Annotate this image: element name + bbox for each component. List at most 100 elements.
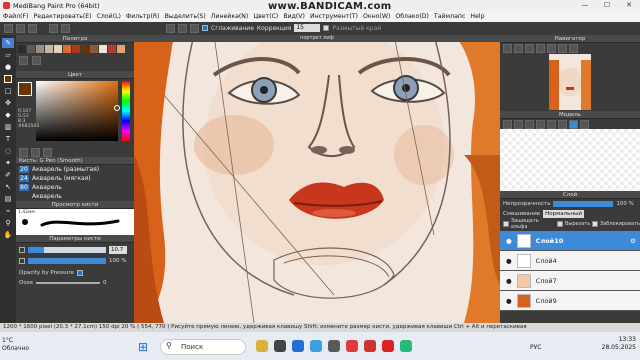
- ruler-icon[interactable]: [190, 23, 199, 33]
- palette-swatch[interactable]: [99, 45, 107, 53]
- palette-swatch[interactable]: [108, 45, 116, 53]
- visibility-eye-icon[interactable]: ●: [506, 257, 512, 265]
- brush-item[interactable]: 20 Акварель (размытая): [16, 165, 134, 174]
- select-pen-icon[interactable]: ✐: [2, 170, 14, 180]
- brush-tool-icon[interactable]: ✎: [2, 38, 14, 48]
- brush-opacity-slider[interactable]: [28, 258, 106, 264]
- blend-mode-select[interactable]: Нормальный: [543, 210, 584, 218]
- flip-icon[interactable]: [569, 43, 578, 53]
- layer-item[interactable]: ● Слой4: [500, 251, 640, 271]
- brush-item[interactable]: Акварель: [16, 192, 134, 201]
- move-tool-icon[interactable]: ✥: [2, 98, 14, 108]
- clip-checkbox[interactable]: [557, 221, 563, 227]
- menu-ruler[interactable]: Линейка(N): [211, 13, 249, 20]
- task-view-icon[interactable]: [274, 340, 286, 352]
- model-tool-icon[interactable]: [536, 119, 545, 129]
- model-tool-icon[interactable]: [503, 119, 512, 129]
- text-tool-icon[interactable]: T: [2, 134, 14, 144]
- menu-window[interactable]: Окно(W): [363, 13, 390, 20]
- model-tool-icon[interactable]: [525, 119, 534, 129]
- file-explorer-icon[interactable]: [256, 340, 268, 352]
- new-file-icon[interactable]: [4, 23, 13, 33]
- menu-cloud[interactable]: Облако(D): [395, 13, 429, 20]
- menu-layer[interactable]: Слой(L): [97, 13, 121, 20]
- minimize-button[interactable]: —: [574, 0, 596, 11]
- palette-swatch[interactable]: [63, 45, 71, 53]
- canvas-tab[interactable]: портрет лиф: [134, 35, 500, 42]
- opacity-by-pressure-checkbox[interactable]: [76, 270, 83, 276]
- weather-widget[interactable]: 1°C Облачно: [2, 337, 29, 353]
- color-wheel-icon[interactable]: [19, 147, 28, 157]
- menu-color[interactable]: Цвет(C): [253, 13, 278, 20]
- correction-input[interactable]: 15: [294, 24, 321, 32]
- color-swatch-icon[interactable]: [2, 74, 14, 84]
- bandicam-icon[interactable]: [382, 340, 394, 352]
- brush-item[interactable]: 80 Акварель: [16, 183, 134, 192]
- hand-tool-icon[interactable]: ✋: [2, 230, 14, 240]
- model-tool-icon[interactable]: [580, 119, 589, 129]
- canvas-area[interactable]: [134, 35, 500, 323]
- zoom-in-icon[interactable]: [503, 43, 512, 53]
- medibang-icon[interactable]: [364, 340, 376, 352]
- taskbar-clock[interactable]: 13:33 28.05.2025: [602, 336, 636, 352]
- visibility-eye-icon[interactable]: ●: [506, 297, 512, 305]
- open-file-icon[interactable]: [16, 23, 25, 33]
- start-icon[interactable]: ⊞: [138, 340, 148, 354]
- rotate-right-icon[interactable]: [558, 43, 567, 53]
- yandex-icon[interactable]: [346, 340, 358, 352]
- dot-tool-icon[interactable]: ●: [2, 62, 14, 72]
- menu-help[interactable]: Help: [470, 13, 484, 20]
- color-sv-square[interactable]: [36, 81, 118, 141]
- zoom-out-icon[interactable]: [514, 43, 523, 53]
- layer-settings-gear-icon[interactable]: ⚙: [630, 237, 636, 245]
- maximize-button[interactable]: ☐: [596, 0, 618, 11]
- menu-tool[interactable]: Инструмент(T): [310, 13, 358, 20]
- telegram-icon[interactable]: [310, 340, 322, 352]
- color-slider-icon[interactable]: [43, 147, 52, 157]
- model-tool-icon[interactable]: [514, 119, 523, 129]
- model-viewport[interactable]: [500, 129, 640, 191]
- gradient-tool-icon[interactable]: ▥: [2, 122, 14, 132]
- layer-item[interactable]: ● Слой9: [500, 291, 640, 311]
- current-color-swatch[interactable]: [18, 82, 32, 96]
- menu-file[interactable]: Файл(F): [3, 13, 28, 20]
- operation-tool-icon[interactable]: ↖: [2, 182, 14, 192]
- layer-opacity-slider[interactable]: [553, 201, 614, 207]
- undo-icon[interactable]: [49, 23, 58, 33]
- protect-alpha-checkbox[interactable]: [503, 221, 509, 227]
- brush-item[interactable]: 24 Акварель (мягкая): [16, 174, 134, 183]
- actual-size-icon[interactable]: [536, 43, 545, 53]
- model-tool-icon[interactable]: [547, 119, 556, 129]
- menu-view[interactable]: Вид(V): [283, 13, 305, 20]
- lock-checkbox[interactable]: [592, 221, 598, 227]
- store-icon[interactable]: [328, 340, 340, 352]
- palette-swatch[interactable]: [117, 45, 125, 53]
- divide-tool-icon[interactable]: ▤: [2, 194, 14, 204]
- hue-slider[interactable]: [122, 81, 130, 141]
- chrome-icon[interactable]: [400, 340, 412, 352]
- soft-edge-checkbox[interactable]: [323, 25, 330, 31]
- color-square-icon[interactable]: [31, 147, 40, 157]
- snap-icon[interactable]: [178, 23, 187, 33]
- ooze-slider[interactable]: [35, 282, 100, 284]
- fit-icon[interactable]: [525, 43, 534, 53]
- eraser-tool-icon[interactable]: ▱: [2, 50, 14, 60]
- palette-swatch[interactable]: [36, 45, 44, 53]
- palette-swatch[interactable]: [54, 45, 62, 53]
- palette-swatch[interactable]: [72, 45, 80, 53]
- brush-size-value[interactable]: 10.7: [109, 246, 127, 254]
- menu-timelapse[interactable]: Таймлапс: [434, 13, 465, 20]
- palette-swatch[interactable]: [45, 45, 53, 53]
- language-indicator[interactable]: РУС: [530, 344, 541, 351]
- palette-swatch[interactable]: [27, 45, 35, 53]
- visibility-eye-icon[interactable]: ●: [506, 237, 512, 245]
- visibility-eye-icon[interactable]: ●: [506, 277, 512, 285]
- grid-icon[interactable]: [166, 23, 175, 33]
- palette-swatch[interactable]: [90, 45, 98, 53]
- rect-select-icon[interactable]: □: [2, 86, 14, 96]
- redo-icon[interactable]: [61, 23, 70, 33]
- rotate-left-icon[interactable]: [547, 43, 556, 53]
- palette-delete-icon[interactable]: [32, 55, 41, 65]
- eyedropper-icon[interactable]: ⌁: [2, 206, 14, 216]
- model-tool-icon[interactable]: [558, 119, 567, 129]
